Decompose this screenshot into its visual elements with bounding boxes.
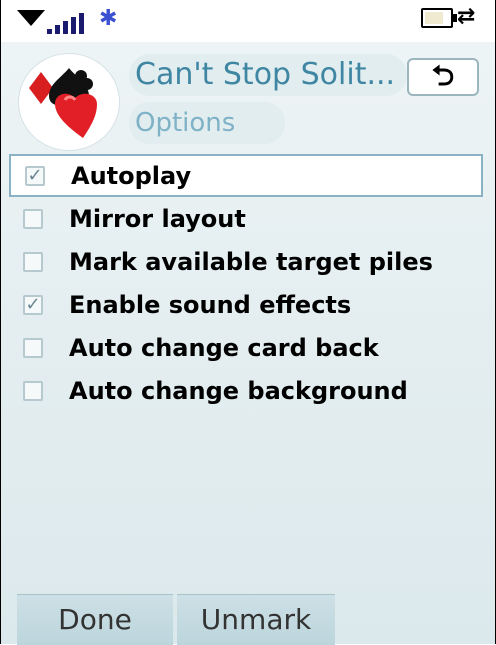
- battery-icon: [421, 8, 457, 28]
- option-autoplay[interactable]: ✓ Autoplay: [9, 154, 483, 197]
- option-auto-background[interactable]: Auto change background: [13, 369, 483, 412]
- option-label: Enable sound effects: [69, 290, 352, 319]
- checkbox-unchecked[interactable]: [23, 380, 43, 401]
- option-label: Auto change background: [69, 376, 408, 405]
- checkbox-unchecked[interactable]: [23, 337, 43, 358]
- back-button[interactable]: ⮌: [407, 58, 479, 96]
- option-label: Mark available target piles: [69, 247, 433, 276]
- option-mirror-layout[interactable]: Mirror layout: [13, 197, 483, 240]
- status-bar: ✱ ⇄: [1, 0, 495, 42]
- back-arrow-icon: ⮌: [431, 59, 455, 92]
- checkbox-checked[interactable]: ✓: [23, 294, 43, 315]
- option-sound-effects[interactable]: ✓ Enable sound effects: [13, 283, 483, 326]
- checkbox-unchecked[interactable]: [23, 208, 43, 229]
- option-mark-target-piles[interactable]: Mark available target piles: [13, 240, 483, 283]
- option-auto-card-back[interactable]: Auto change card back: [13, 326, 483, 369]
- network-triangle-icon: [17, 10, 45, 26]
- checkbox-unchecked[interactable]: [23, 251, 43, 272]
- app-header: Can't Stop Solit... ⮌ Options: [1, 42, 495, 152]
- option-label: Auto change card back: [69, 333, 379, 362]
- option-label: Mirror layout: [69, 204, 246, 233]
- unmark-softkey[interactable]: Unmark: [177, 594, 335, 645]
- options-list: ✓ Autoplay Mirror layout Mark available …: [9, 154, 483, 412]
- done-softkey[interactable]: Done: [17, 594, 173, 645]
- app-title: Can't Stop Solit...: [129, 54, 407, 96]
- page-subtitle: Options: [129, 102, 285, 144]
- softkey-bar: Done Unmark: [1, 594, 495, 645]
- phone-screen: ✱ ⇄ Can't Stop Solit... ⮌ Options ✓ Auto…: [0, 0, 496, 645]
- option-label: Autoplay: [71, 161, 192, 190]
- signal-bars-icon: [47, 10, 95, 34]
- bluetooth-icon: ✱: [99, 6, 118, 31]
- checkbox-checked[interactable]: ✓: [25, 165, 45, 186]
- card-suits-icon: [19, 54, 119, 150]
- sync-icon: ⇄: [457, 4, 476, 29]
